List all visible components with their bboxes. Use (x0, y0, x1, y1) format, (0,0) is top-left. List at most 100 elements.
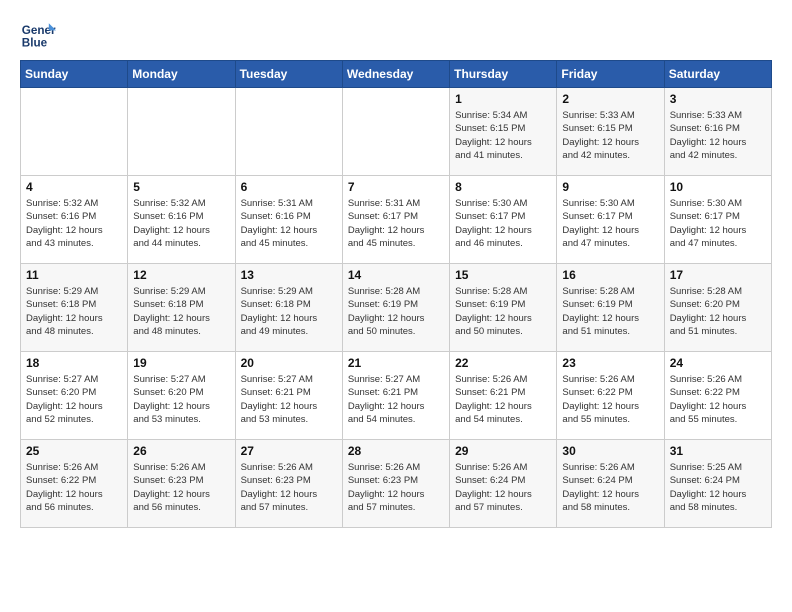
calendar-week-row: 25 Sunrise: 5:26 AM Sunset: 6:22 PM Dayli… (21, 440, 772, 528)
day-number: 27 (241, 444, 337, 458)
day-number: 31 (670, 444, 766, 458)
day-number: 18 (26, 356, 122, 370)
day-info: Sunrise: 5:30 AM Sunset: 6:17 PM Dayligh… (455, 197, 551, 250)
calendar-week-row: 1 Sunrise: 5:34 AM Sunset: 6:15 PM Daylig… (21, 88, 772, 176)
day-number: 4 (26, 180, 122, 194)
day-number: 13 (241, 268, 337, 282)
day-number: 21 (348, 356, 444, 370)
calendar-cell: 5 Sunrise: 5:32 AM Sunset: 6:16 PM Daylig… (128, 176, 235, 264)
day-info: Sunrise: 5:26 AM Sunset: 6:22 PM Dayligh… (670, 373, 766, 426)
weekday-header-row: SundayMondayTuesdayWednesdayThursdayFrid… (21, 61, 772, 88)
calendar-cell: 27 Sunrise: 5:26 AM Sunset: 6:23 PM Dayli… (235, 440, 342, 528)
header: General Blue (20, 16, 772, 52)
calendar-table: SundayMondayTuesdayWednesdayThursdayFrid… (20, 60, 772, 528)
day-info: Sunrise: 5:28 AM Sunset: 6:19 PM Dayligh… (348, 285, 444, 338)
day-info: Sunrise: 5:32 AM Sunset: 6:16 PM Dayligh… (26, 197, 122, 250)
weekday-header: Wednesday (342, 61, 449, 88)
day-number: 17 (670, 268, 766, 282)
logo: General Blue (20, 16, 62, 52)
weekday-header: Tuesday (235, 61, 342, 88)
weekday-header: Monday (128, 61, 235, 88)
calendar-cell: 23 Sunrise: 5:26 AM Sunset: 6:22 PM Dayli… (557, 352, 664, 440)
day-info: Sunrise: 5:34 AM Sunset: 6:15 PM Dayligh… (455, 109, 551, 162)
day-info: Sunrise: 5:26 AM Sunset: 6:22 PM Dayligh… (26, 461, 122, 514)
calendar-cell: 22 Sunrise: 5:26 AM Sunset: 6:21 PM Dayli… (450, 352, 557, 440)
day-info: Sunrise: 5:26 AM Sunset: 6:23 PM Dayligh… (348, 461, 444, 514)
day-number: 28 (348, 444, 444, 458)
calendar-cell: 24 Sunrise: 5:26 AM Sunset: 6:22 PM Dayli… (664, 352, 771, 440)
calendar-cell: 29 Sunrise: 5:26 AM Sunset: 6:24 PM Dayli… (450, 440, 557, 528)
calendar-week-row: 4 Sunrise: 5:32 AM Sunset: 6:16 PM Daylig… (21, 176, 772, 264)
day-number: 19 (133, 356, 229, 370)
day-number: 20 (241, 356, 337, 370)
day-number: 16 (562, 268, 658, 282)
day-info: Sunrise: 5:28 AM Sunset: 6:19 PM Dayligh… (562, 285, 658, 338)
day-info: Sunrise: 5:26 AM Sunset: 6:24 PM Dayligh… (562, 461, 658, 514)
day-number: 25 (26, 444, 122, 458)
calendar-cell: 25 Sunrise: 5:26 AM Sunset: 6:22 PM Dayli… (21, 440, 128, 528)
day-number: 30 (562, 444, 658, 458)
calendar-cell (21, 88, 128, 176)
calendar-cell: 10 Sunrise: 5:30 AM Sunset: 6:17 PM Dayli… (664, 176, 771, 264)
calendar-cell (128, 88, 235, 176)
calendar-cell: 1 Sunrise: 5:34 AM Sunset: 6:15 PM Daylig… (450, 88, 557, 176)
calendar-week-row: 11Sunrise: 5:29 AM Sunset: 6:18 PM Dayli… (21, 264, 772, 352)
day-number: 29 (455, 444, 551, 458)
day-number: 9 (562, 180, 658, 194)
calendar-cell: 20 Sunrise: 5:27 AM Sunset: 6:21 PM Dayli… (235, 352, 342, 440)
day-number: 8 (455, 180, 551, 194)
calendar-cell: 21 Sunrise: 5:27 AM Sunset: 6:21 PM Dayli… (342, 352, 449, 440)
day-number: 5 (133, 180, 229, 194)
day-number: 24 (670, 356, 766, 370)
day-info: Sunrise: 5:33 AM Sunset: 6:15 PM Dayligh… (562, 109, 658, 162)
calendar-cell: 12Sunrise: 5:29 AM Sunset: 6:18 PM Dayli… (128, 264, 235, 352)
calendar-cell (342, 88, 449, 176)
calendar-cell: 6 Sunrise: 5:31 AM Sunset: 6:16 PM Daylig… (235, 176, 342, 264)
calendar-cell: 9 Sunrise: 5:30 AM Sunset: 6:17 PM Daylig… (557, 176, 664, 264)
calendar-cell: 11Sunrise: 5:29 AM Sunset: 6:18 PM Dayli… (21, 264, 128, 352)
day-info: Sunrise: 5:30 AM Sunset: 6:17 PM Dayligh… (562, 197, 658, 250)
calendar-cell: 28 Sunrise: 5:26 AM Sunset: 6:23 PM Dayli… (342, 440, 449, 528)
weekday-header: Thursday (450, 61, 557, 88)
day-number: 22 (455, 356, 551, 370)
calendar-cell: 14Sunrise: 5:28 AM Sunset: 6:19 PM Dayli… (342, 264, 449, 352)
calendar-week-row: 18 Sunrise: 5:27 AM Sunset: 6:20 PM Dayli… (21, 352, 772, 440)
calendar-cell: 13 Sunrise: 5:29 AM Sunset: 6:18 PM Dayli… (235, 264, 342, 352)
calendar-cell: 30 Sunrise: 5:26 AM Sunset: 6:24 PM Dayli… (557, 440, 664, 528)
day-number: 12 (133, 268, 229, 282)
day-info: Sunrise: 5:26 AM Sunset: 6:23 PM Dayligh… (241, 461, 337, 514)
day-number: 3 (670, 92, 766, 106)
calendar-cell: 8 Sunrise: 5:30 AM Sunset: 6:17 PM Daylig… (450, 176, 557, 264)
day-info: Sunrise: 5:26 AM Sunset: 6:22 PM Dayligh… (562, 373, 658, 426)
weekday-header: Sunday (21, 61, 128, 88)
day-number: 7 (348, 180, 444, 194)
day-info: Sunrise: 5:29 AM Sunset: 6:18 PM Dayligh… (26, 285, 122, 338)
calendar-cell: 19 Sunrise: 5:27 AM Sunset: 6:20 PM Dayli… (128, 352, 235, 440)
day-number: 1 (455, 92, 551, 106)
weekday-header: Friday (557, 61, 664, 88)
calendar-cell: 2Sunrise: 5:33 AM Sunset: 6:15 PM Daylig… (557, 88, 664, 176)
day-info: Sunrise: 5:26 AM Sunset: 6:23 PM Dayligh… (133, 461, 229, 514)
day-info: Sunrise: 5:26 AM Sunset: 6:21 PM Dayligh… (455, 373, 551, 426)
calendar-cell: 7Sunrise: 5:31 AM Sunset: 6:17 PM Daylig… (342, 176, 449, 264)
day-number: 10 (670, 180, 766, 194)
calendar-cell: 17Sunrise: 5:28 AM Sunset: 6:20 PM Dayli… (664, 264, 771, 352)
calendar-cell: 26Sunrise: 5:26 AM Sunset: 6:23 PM Dayli… (128, 440, 235, 528)
day-info: Sunrise: 5:31 AM Sunset: 6:16 PM Dayligh… (241, 197, 337, 250)
svg-text:Blue: Blue (22, 37, 48, 50)
day-info: Sunrise: 5:30 AM Sunset: 6:17 PM Dayligh… (670, 197, 766, 250)
day-info: Sunrise: 5:27 AM Sunset: 6:20 PM Dayligh… (26, 373, 122, 426)
logo-icon: General Blue (20, 16, 56, 52)
calendar-cell: 16 Sunrise: 5:28 AM Sunset: 6:19 PM Dayli… (557, 264, 664, 352)
day-info: Sunrise: 5:27 AM Sunset: 6:21 PM Dayligh… (348, 373, 444, 426)
calendar-cell: 3 Sunrise: 5:33 AM Sunset: 6:16 PM Daylig… (664, 88, 771, 176)
day-info: Sunrise: 5:32 AM Sunset: 6:16 PM Dayligh… (133, 197, 229, 250)
day-info: Sunrise: 5:27 AM Sunset: 6:21 PM Dayligh… (241, 373, 337, 426)
calendar-cell: 15Sunrise: 5:28 AM Sunset: 6:19 PM Dayli… (450, 264, 557, 352)
day-info: Sunrise: 5:29 AM Sunset: 6:18 PM Dayligh… (241, 285, 337, 338)
day-info: Sunrise: 5:26 AM Sunset: 6:24 PM Dayligh… (455, 461, 551, 514)
day-info: Sunrise: 5:27 AM Sunset: 6:20 PM Dayligh… (133, 373, 229, 426)
day-number: 6 (241, 180, 337, 194)
day-info: Sunrise: 5:33 AM Sunset: 6:16 PM Dayligh… (670, 109, 766, 162)
day-number: 23 (562, 356, 658, 370)
